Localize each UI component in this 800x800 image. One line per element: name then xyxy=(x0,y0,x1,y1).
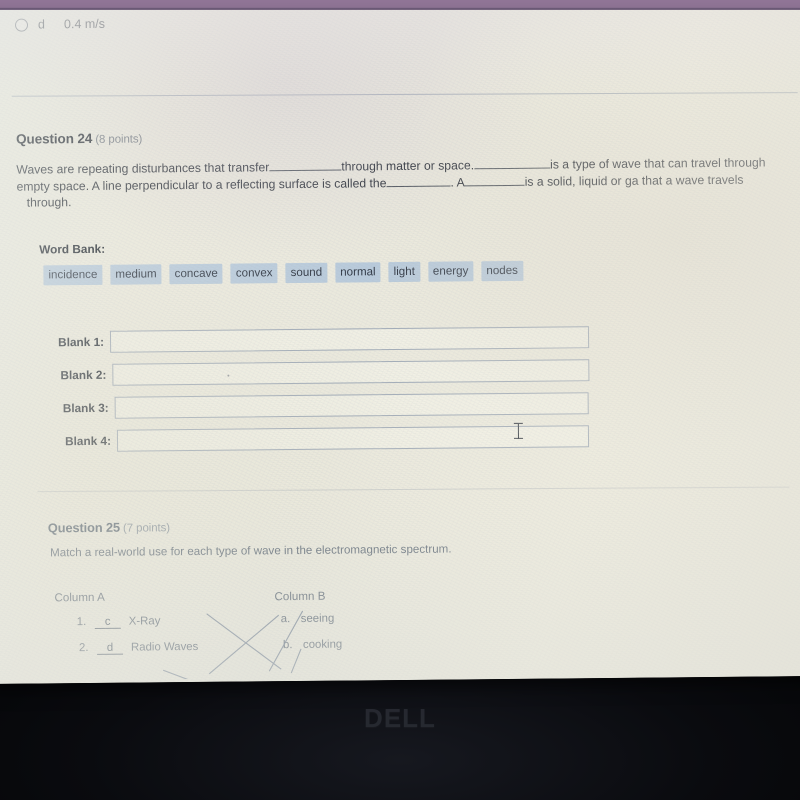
blank-fields: Blank 1: Blank 2: Blank 3: Blank 4: xyxy=(0,320,601,458)
word-bank-chip[interactable]: sound xyxy=(285,262,328,284)
top-purple-band xyxy=(0,0,800,10)
option-value: 0.4 m/s xyxy=(63,16,106,32)
word-bank-chip[interactable]: concave xyxy=(169,263,223,285)
screen-speck xyxy=(227,374,230,377)
inline-blank-1 xyxy=(269,169,342,172)
column-b-item: seeing xyxy=(300,612,335,625)
word-bank-chip[interactable]: convex xyxy=(230,263,278,284)
q24-text-a: Waves are repeating disturbances that tr… xyxy=(16,160,270,177)
page-content: d 0.4 m/s Question 24 (8 points) Waves ar… xyxy=(0,0,800,681)
word-bank-chip[interactable]: light xyxy=(388,261,420,283)
inline-blank-2 xyxy=(474,167,551,170)
column-b-header: Column B xyxy=(274,589,326,604)
screen-area: d 0.4 m/s Question 24 (8 points) Waves ar… xyxy=(0,0,800,684)
column-a-answer[interactable]: c xyxy=(94,615,121,629)
blank-2-input[interactable] xyxy=(112,358,590,386)
column-b-item: cooking xyxy=(302,638,343,651)
blank-3-input[interactable] xyxy=(114,391,589,419)
question24-title: Question 24 xyxy=(16,130,93,147)
column-b-row: a. seeing xyxy=(281,613,335,626)
column-a-row: 2. d Radio Waves xyxy=(79,641,198,655)
column-b-row: b. cooking xyxy=(283,639,342,652)
column-a-number: 2. xyxy=(78,642,89,655)
section-divider-top xyxy=(11,92,798,97)
word-bank-chip[interactable]: normal xyxy=(335,262,381,283)
word-bank-chip[interactable]: nodes xyxy=(481,260,524,282)
section-divider-middle xyxy=(37,486,790,493)
question25-heading: Question 25 (7 points) xyxy=(47,519,170,536)
column-a-item: X-Ray xyxy=(128,615,161,628)
question24-body: Waves are repeating disturbances that tr… xyxy=(16,154,800,211)
blank-row: Blank 4: xyxy=(1,419,601,458)
word-bank-label: Word Bank: xyxy=(39,241,106,257)
word-bank-chip[interactable]: medium xyxy=(110,264,162,285)
question25-instructions: Match a real-world use for each type of … xyxy=(50,542,452,560)
blank-2-label: Blank 2: xyxy=(60,367,107,382)
dell-logo: DELL xyxy=(364,703,436,733)
q24-text-f: is a solid, liquid or ga that a wave tra… xyxy=(524,172,744,189)
q24-text-d: empty space. A line perpendicular to a r… xyxy=(16,175,387,194)
blank-1-input[interactable] xyxy=(109,325,590,353)
q24-text-c: is a type of wave that can travel throug… xyxy=(550,155,766,172)
column-b-letter: b. xyxy=(282,639,293,652)
blank-1-label: Blank 1: xyxy=(58,334,105,349)
question24-points: (8 points) xyxy=(95,133,143,146)
column-a-number: 1. xyxy=(76,616,87,629)
question25-title: Question 25 xyxy=(47,519,121,536)
column-a-row: 1. c X-Ray xyxy=(77,615,161,629)
option-letter: d xyxy=(37,17,46,32)
previous-question-option[interactable]: d 0.4 m/s xyxy=(14,16,106,32)
column-a-answer[interactable]: d xyxy=(96,641,124,655)
blank-4-label: Blank 4: xyxy=(65,433,112,448)
word-bank-chip[interactable]: energy xyxy=(427,261,474,282)
column-a-item: Radio Waves xyxy=(130,640,199,654)
inline-blank-3 xyxy=(386,185,451,187)
column-b-letter: a. xyxy=(280,613,291,626)
column-a-header: Column A xyxy=(54,590,105,605)
question24-heading: Question 24 (8 points) xyxy=(16,130,143,147)
monitor-photo: DELL d 0.4 m/s Question 24 (8 points) Wav… xyxy=(0,0,800,800)
q24-text-e: . A xyxy=(450,174,465,190)
matching-columns: Column A Column B 1. c X-Ray 2. d Radio … xyxy=(54,587,474,655)
q24-text-b: through matter or space. xyxy=(341,158,475,174)
word-bank-chip[interactable]: incidence xyxy=(43,264,103,286)
question25-points: (7 points) xyxy=(122,522,170,535)
text-cursor-icon xyxy=(513,422,524,441)
inline-blank-4 xyxy=(464,184,525,186)
blank-3-label: Blank 3: xyxy=(62,400,109,415)
word-bank: incidence medium concave convex sound no… xyxy=(43,260,524,286)
screen-surface: d 0.4 m/s Question 24 (8 points) Waves ar… xyxy=(0,0,800,684)
radio-button-icon[interactable] xyxy=(14,18,29,32)
